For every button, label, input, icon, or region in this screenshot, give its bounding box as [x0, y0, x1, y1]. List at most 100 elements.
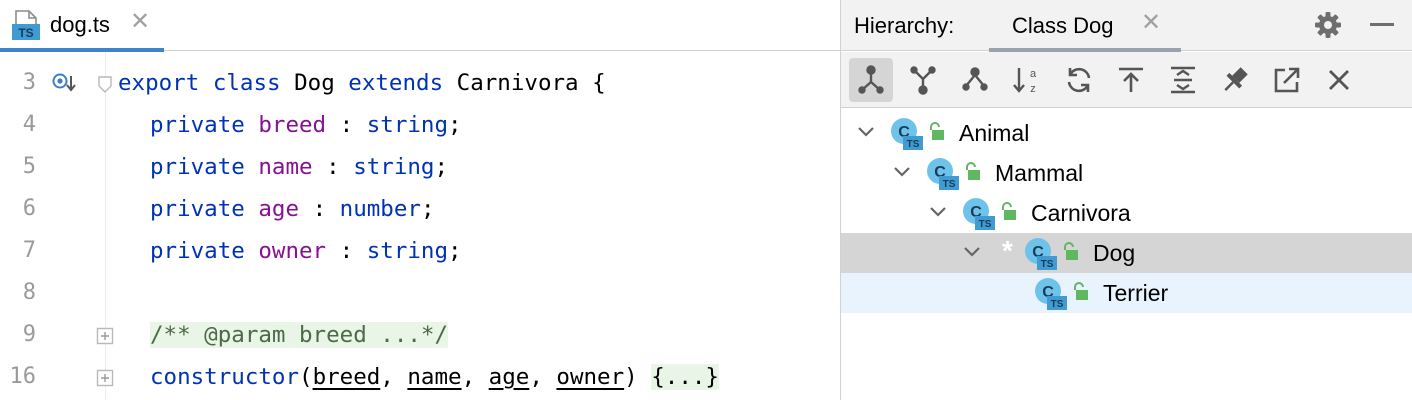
field-name: age [258, 196, 300, 222]
hierarchy-tree[interactable]: C TS Animal C TS Mammal C TS Carnivora *… [841, 113, 1412, 400]
type-name: string [366, 112, 449, 138]
close-tab-icon[interactable]: ✕ [1141, 11, 1161, 35]
tree-node-label: Animal [959, 120, 1030, 146]
punctuation: : [312, 196, 327, 222]
typescript-class-icon: C TS [891, 118, 923, 150]
open-in-new-window-icon[interactable] [1265, 58, 1309, 102]
file-tab-label: dog.ts [50, 12, 110, 37]
hierarchy-title: Hierarchy: [854, 13, 955, 38]
file-tab-dog-ts[interactable]: TS dog.ts ✕ [0, 0, 164, 52]
editor-gutter: 3 4 5 6 7 8 9 16 [0, 52, 106, 400]
punctuation: ; [434, 154, 449, 180]
line-number: 8 [22, 280, 36, 305]
chevron-down-icon[interactable] [927, 201, 949, 223]
public-access-icon [1002, 202, 1016, 220]
keyword: constructor [150, 364, 300, 390]
parameter-name: breed [312, 364, 381, 390]
supertypes-hierarchy-icon[interactable] [901, 58, 945, 102]
type-name: string [366, 238, 449, 264]
punctuation: , [529, 364, 543, 390]
svg-text:TS: TS [979, 219, 992, 230]
tab-label: Class Dog [1012, 13, 1114, 38]
tree-node-dog[interactable]: * C TS Dog [841, 233, 1412, 273]
tree-node-label: Dog [1093, 240, 1136, 266]
chevron-down-icon[interactable] [891, 161, 913, 183]
hierarchy-tool-window: Hierarchy: Class Dog ✕ a z C TS Animal C… [840, 0, 1412, 400]
refresh-icon[interactable] [1057, 58, 1101, 102]
folded-doc-comment[interactable]: /** @param breed ...*/ [150, 322, 449, 348]
code-line-9: /** @param breed ...*/ [150, 314, 449, 356]
svg-text:a: a [1030, 68, 1037, 80]
typescript-class-icon: C TS [1025, 238, 1057, 270]
code-line-4: private breed : string; [150, 104, 462, 146]
tree-node-label: Carnivora [1031, 200, 1131, 226]
type-name: string [353, 154, 435, 180]
punctuation: ; [420, 196, 435, 222]
pin-icon[interactable] [1213, 58, 1257, 102]
has-subclasses-gutter-icon[interactable] [52, 73, 78, 95]
gear-icon[interactable] [1313, 10, 1343, 40]
punctuation: ( [299, 364, 313, 390]
sort-alphabetically-icon[interactable]: a z [1005, 58, 1049, 102]
line-number: 5 [22, 154, 36, 179]
typescript-class-icon: C TS [963, 198, 995, 230]
punctuation: , [461, 364, 476, 390]
keyword: export [118, 70, 200, 96]
typescript-class-icon: C TS [927, 158, 959, 190]
punctuation: ; [448, 112, 462, 138]
svg-text:TS: TS [907, 139, 920, 150]
punctuation: ) [624, 364, 638, 390]
svg-text:TS: TS [1041, 259, 1054, 270]
close-icon[interactable] [1317, 58, 1361, 102]
keyword: class [212, 70, 281, 96]
punctuation: : [339, 112, 354, 138]
public-access-icon [930, 122, 944, 140]
punctuation: : [326, 154, 340, 180]
code-line-16: constructor(breed, name, age, owner) {..… [150, 356, 719, 398]
expand-fold-icon[interactable] [96, 369, 114, 387]
line-number: 9 [22, 322, 36, 347]
class-name: Dog [294, 70, 335, 96]
line-number: 7 [22, 238, 36, 263]
keyword: private [150, 238, 245, 264]
field-name: name [258, 154, 313, 180]
expand-fold-icon[interactable] [96, 327, 114, 345]
expand-all-icon[interactable] [1161, 58, 1205, 102]
tree-node-carnivora[interactable]: C TS Carnivora [841, 193, 1412, 233]
base-class-name: Carnivora [456, 70, 579, 96]
tree-node-animal[interactable]: C TS Animal [841, 113, 1412, 153]
keyword: private [150, 154, 245, 180]
tree-node-terrier[interactable]: C TS Terrier [841, 273, 1412, 313]
line-number: 16 [9, 364, 37, 389]
code-area[interactable]: export class Dog extends Carnivora { pri… [118, 52, 840, 400]
type-name: number [339, 196, 421, 222]
parameter-name: name [407, 364, 462, 390]
subtypes-hierarchy-icon[interactable] [849, 58, 893, 102]
public-access-icon [1064, 242, 1078, 260]
tree-node-mammal[interactable]: C TS Mammal [841, 153, 1412, 193]
typescript-class-icon: C TS [1035, 278, 1067, 310]
hierarchy-toolbar: a z [841, 52, 1412, 108]
current-class-marker: * [1002, 235, 1013, 266]
code-editor[interactable]: TS dog.ts ✕ 3 4 5 6 7 8 9 16 export clas… [0, 0, 840, 400]
minimize-icon[interactable] [1367, 10, 1397, 40]
class-hierarchy-icon[interactable] [953, 58, 997, 102]
parameter-name: age [488, 364, 530, 390]
field-name: breed [258, 112, 327, 138]
tab-class-dog[interactable]: Class Dog ✕ [989, 0, 1181, 52]
fold-toggle-icon[interactable] [96, 76, 114, 94]
chevron-down-icon[interactable] [855, 121, 877, 143]
chevron-down-icon[interactable] [961, 241, 983, 263]
punctuation: , [380, 364, 394, 390]
scope-up-icon[interactable] [1109, 58, 1153, 102]
folded-method-body[interactable]: {...} [651, 364, 719, 390]
keyword: extends [348, 70, 444, 96]
public-access-icon [966, 162, 980, 180]
keyword: private [150, 112, 245, 138]
svg-text:TS: TS [1051, 299, 1064, 310]
code-line-7: private owner : string; [150, 230, 462, 272]
hierarchy-header: Hierarchy: Class Dog ✕ [841, 0, 1412, 52]
svg-text:TS: TS [943, 179, 956, 190]
code-line-6: private age : number; [150, 188, 434, 230]
close-tab-icon[interactable]: ✕ [130, 10, 150, 34]
